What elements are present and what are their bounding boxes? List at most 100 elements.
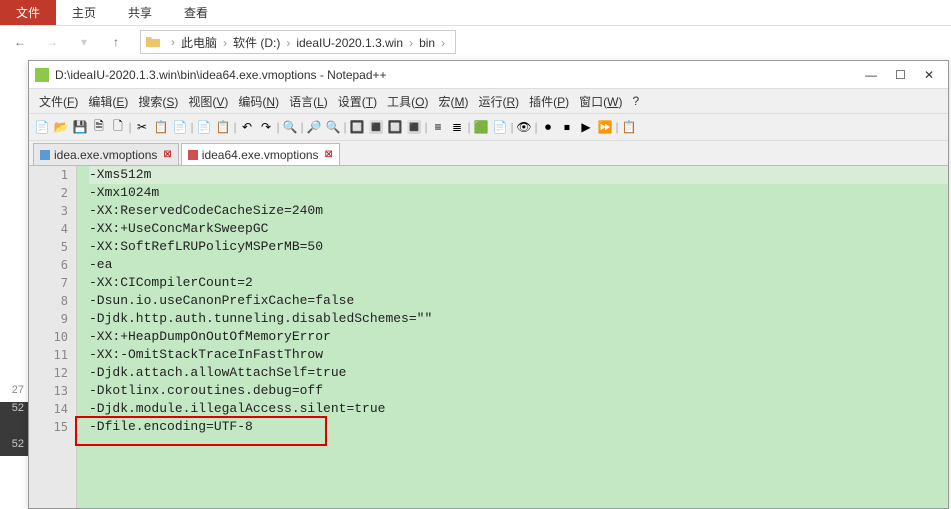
- toolbar-button[interactable]: 📄: [491, 118, 509, 136]
- toolbar-button[interactable]: ⏩: [596, 118, 614, 136]
- line-number: 11: [29, 346, 76, 364]
- line-number: [29, 490, 76, 508]
- toolbar-button[interactable]: ⏹: [558, 118, 576, 136]
- ribbon-tab[interactable]: 文件: [0, 0, 56, 25]
- code-line[interactable]: -Dkotlinx.coroutines.debug=off: [89, 382, 948, 400]
- menu-item[interactable]: 文件(F): [35, 91, 82, 112]
- line-number: 15: [29, 418, 76, 436]
- toolbar-button[interactable]: 📄: [195, 118, 213, 136]
- close-tab-icon[interactable]: ⊠: [163, 149, 171, 160]
- file-tab[interactable]: idea64.exe.vmoptions⊠: [181, 143, 340, 165]
- menu-item[interactable]: 插件(P): [525, 91, 573, 112]
- code-line[interactable]: -Xms512m: [89, 166, 948, 184]
- breadcrumb-item[interactable]: 软件 (D:): [233, 36, 280, 50]
- maximize-button[interactable]: ☐: [895, 68, 906, 82]
- ribbon-tab[interactable]: 查看: [168, 0, 224, 25]
- menu-item[interactable]: 窗口(W): [575, 91, 626, 112]
- toolbar-button[interactable]: 📄: [33, 118, 51, 136]
- nav-back-button[interactable]: ←: [8, 30, 32, 54]
- minimize-button[interactable]: —: [865, 68, 877, 82]
- menu-item[interactable]: 运行(R): [474, 91, 523, 112]
- toolbar-button[interactable]: 📂: [52, 118, 70, 136]
- toolbar-button[interactable]: ≣: [448, 118, 466, 136]
- code-line[interactable]: -XX:+HeapDumpOnOutOfMemoryError: [89, 328, 948, 346]
- toolbar-button[interactable]: 🗋: [109, 118, 127, 136]
- code-line[interactable]: -XX:+UseConcMarkSweepGC: [89, 220, 948, 238]
- toolbar-button[interactable]: 🔳: [367, 118, 385, 136]
- code-line[interactable]: -Xmx1024m: [89, 184, 948, 202]
- toolbar-separator: |: [190, 118, 194, 136]
- toolbar-button[interactable]: 🔲: [348, 118, 366, 136]
- toolbar-separator: |: [424, 118, 428, 136]
- code-content[interactable]: -Xms512m-Xmx1024m-XX:ReservedCodeCacheSi…: [77, 166, 948, 508]
- side-line: [0, 96, 28, 114]
- menu-item[interactable]: ?: [628, 92, 643, 110]
- toolbar-button[interactable]: ⏺: [539, 118, 557, 136]
- toolbar-button[interactable]: 🔍: [281, 118, 299, 136]
- ribbon-tab[interactable]: 主页: [56, 0, 112, 25]
- code-line[interactable]: -XX:-OmitStackTraceInFastThrow: [89, 346, 948, 364]
- toolbar-button[interactable]: ↷: [257, 118, 275, 136]
- toolbar-button[interactable]: ✂: [133, 118, 151, 136]
- line-number: [29, 472, 76, 490]
- explorer-chrome: 文件主页共享查看 ← → ▾ ↑ › 此电脑›软件 (D:)›ideaIU-20…: [0, 0, 951, 58]
- breadcrumb-item[interactable]: 此电脑: [181, 36, 217, 50]
- close-button[interactable]: ✕: [924, 68, 934, 82]
- toolbar-separator: |: [615, 118, 619, 136]
- line-number: 10: [29, 328, 76, 346]
- menu-item[interactable]: 视图(V): [184, 91, 232, 112]
- nav-forward-button[interactable]: →: [40, 30, 64, 54]
- toolbar-button[interactable]: 👁: [515, 118, 533, 136]
- toolbar-button[interactable]: 🟩: [472, 118, 490, 136]
- toolbar-button[interactable]: 🔲: [386, 118, 404, 136]
- menu-item[interactable]: 宏(M): [434, 91, 472, 112]
- window-controls: — ☐ ✕: [865, 68, 942, 82]
- toolbar-button[interactable]: 📋: [214, 118, 232, 136]
- code-line[interactable]: -Dfile.encoding=UTF-8: [89, 418, 948, 436]
- chevron-right-icon: ›: [171, 35, 175, 49]
- nav-dropdown-button[interactable]: ▾: [72, 30, 96, 54]
- breadcrumb-item[interactable]: ideaIU-2020.1.3.win: [296, 36, 403, 50]
- menu-item[interactable]: 编码(N): [234, 91, 283, 112]
- menu-item[interactable]: 语言(L): [285, 91, 332, 112]
- toolbar-button[interactable]: ↶: [238, 118, 256, 136]
- side-line: [0, 114, 28, 132]
- code-line[interactable]: -Djdk.module.illegalAccess.silent=true: [89, 400, 948, 418]
- file-tab[interactable]: idea.exe.vmoptions⊠: [33, 143, 179, 165]
- toolbar-button[interactable]: 🔎: [305, 118, 323, 136]
- menu-item[interactable]: 设置(T): [334, 91, 381, 112]
- side-line: [0, 60, 28, 78]
- ribbon-tab[interactable]: 共享: [112, 0, 168, 25]
- toolbar-button[interactable]: 📋: [152, 118, 170, 136]
- side-line: [0, 204, 28, 222]
- toolbar: 📄📂💾🗎🗋|✂📋📄|📄📋|↶↷|🔍|🔎🔍|🔲🔳🔲🔳|≡≣|🟩📄|👁|⏺⏹▶⏩|📋: [29, 113, 948, 141]
- toolbar-button[interactable]: 🔍: [324, 118, 342, 136]
- explorer-nav-bar: ← → ▾ ↑ › 此电脑›软件 (D:)›ideaIU-2020.1.3.wi…: [0, 26, 951, 58]
- window-titlebar[interactable]: D:\ideaIU-2020.1.3.win\bin\idea64.exe.vm…: [29, 61, 948, 89]
- code-line[interactable]: -Djdk.http.auth.tunneling.disabledScheme…: [89, 310, 948, 328]
- side-line: [0, 330, 28, 348]
- toolbar-button[interactable]: 📄: [171, 118, 189, 136]
- toolbar-separator: |: [510, 118, 514, 136]
- code-line[interactable]: -Dsun.io.useCanonPrefixCache=false: [89, 292, 948, 310]
- breadcrumb[interactable]: › 此电脑›软件 (D:)›ideaIU-2020.1.3.win›bin›: [140, 30, 456, 54]
- menu-item[interactable]: 编辑(E): [84, 91, 132, 112]
- code-line[interactable]: -XX:ReservedCodeCacheSize=240m: [89, 202, 948, 220]
- toolbar-button[interactable]: 🔳: [405, 118, 423, 136]
- menu-item[interactable]: 工具(O): [383, 91, 432, 112]
- side-line: [0, 276, 28, 294]
- toolbar-button[interactable]: 📋: [620, 118, 638, 136]
- menu-item[interactable]: 搜索(S): [134, 91, 182, 112]
- toolbar-button[interactable]: ▶: [577, 118, 595, 136]
- toolbar-button[interactable]: ≡: [429, 118, 447, 136]
- code-line[interactable]: -XX:SoftRefLRUPolicyMSPerMB=50: [89, 238, 948, 256]
- toolbar-button[interactable]: 💾: [71, 118, 89, 136]
- nav-up-button[interactable]: ↑: [104, 30, 128, 54]
- breadcrumb-item[interactable]: bin: [419, 36, 435, 50]
- line-number: 14: [29, 400, 76, 418]
- code-line[interactable]: -ea: [89, 256, 948, 274]
- code-line[interactable]: -XX:CICompilerCount=2: [89, 274, 948, 292]
- code-line[interactable]: -Djdk.attach.allowAttachSelf=true: [89, 364, 948, 382]
- close-tab-icon[interactable]: ⊠: [325, 149, 333, 160]
- toolbar-button[interactable]: 🗎: [90, 118, 108, 136]
